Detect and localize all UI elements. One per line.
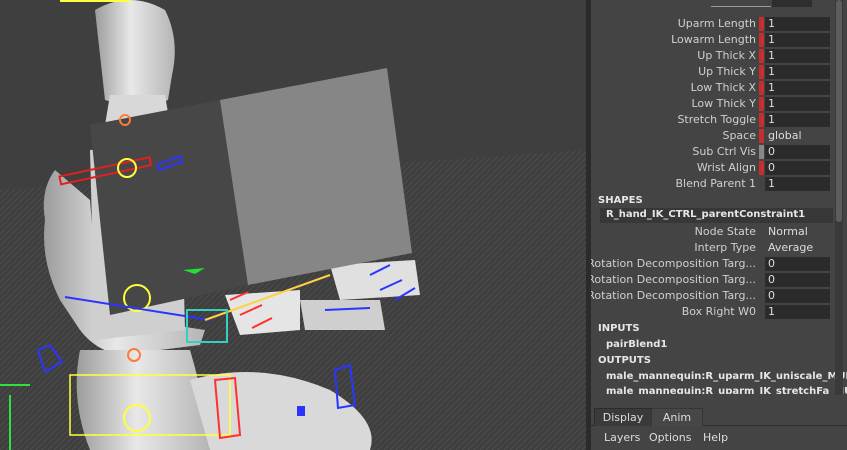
attr-label: Up Thick X	[697, 49, 756, 62]
attr-value-field[interactable]: 0	[765, 161, 830, 175]
attr-value-field[interactable]: 0	[765, 257, 830, 271]
input-node[interactable]: pairBlend1	[606, 339, 667, 350]
attr-label: Low Thick X	[690, 81, 756, 94]
keyed-marker	[759, 17, 764, 31]
blue-small-ctrl	[297, 406, 305, 416]
attr-value-field[interactable]: 1	[765, 17, 830, 31]
keyed-marker	[759, 97, 764, 111]
tab-anim[interactable]: Anim	[651, 408, 703, 426]
attr-label: Rotation Decomposition Targ...	[591, 257, 756, 270]
attr-row-rotation-decomp-2[interactable]: Rotation Decomposition Targ... 0	[591, 272, 847, 288]
attr-label: Low Thick Y	[691, 97, 756, 110]
attr-label: Box Right W0	[681, 305, 756, 318]
yellow-top-marker	[60, 0, 130, 2]
attr-label: Wrist Align	[696, 161, 756, 174]
attr-value-field[interactable]: Average	[765, 241, 830, 255]
attr-value-field[interactable]: 1	[765, 305, 830, 319]
attr-value-field[interactable]: Normal	[765, 225, 830, 239]
output-node[interactable]: male_mannequin:R_uparm_IK_uniscale_MULT	[606, 371, 847, 382]
menu-options[interactable]: Options	[649, 431, 691, 444]
outputs-header: OUTPUTS	[598, 355, 651, 366]
box-front-face	[90, 100, 248, 315]
attr-value-field[interactable]: 0	[765, 289, 830, 303]
tab-display[interactable]: Display	[594, 408, 652, 426]
attr-row-up-thick-x[interactable]: Up Thick X 1	[591, 48, 847, 64]
attr-row-node-state[interactable]: Node State Normal	[591, 224, 847, 240]
attr-label: Blend Parent 1	[675, 177, 756, 190]
constraint-node-bar[interactable]: R_hand_IK_CTRL_parentConstraint1	[600, 208, 833, 223]
attr-label: Space	[722, 129, 756, 142]
attr-value-field[interactable]: 0	[765, 145, 830, 159]
scrollbar-thumb[interactable]	[836, 0, 842, 222]
keyed-marker	[759, 161, 764, 175]
attr-value-field[interactable]: 1	[765, 113, 830, 127]
attr-label: Sub Ctrl Vis	[692, 145, 756, 158]
attr-label: Interp Type	[694, 241, 756, 254]
no-marker	[759, 177, 764, 191]
attr-value-field[interactable]: 1	[765, 33, 830, 47]
inputs-header: INPUTS	[598, 323, 640, 334]
attr-row-stretch-toggle[interactable]: Stretch Toggle 1	[591, 112, 847, 128]
attr-label: Rotation Decomposition Targ...	[591, 273, 756, 286]
attr-row-box-right-w0[interactable]: Box Right W0 1	[591, 304, 847, 320]
constraint-node-name: R_hand_IK_CTRL_parentConstraint1	[606, 209, 806, 220]
attr-row-rotation-decomp-1[interactable]: Rotation Decomposition Targ... 0	[591, 256, 847, 272]
attr-row-lowarm-length[interactable]: Lowarm Length 1	[591, 32, 847, 48]
attr-row-low-thick-x[interactable]: Low Thick X 1	[591, 80, 847, 96]
attr-row-sub-ctrl-vis[interactable]: Sub Ctrl Vis 0	[591, 144, 847, 160]
attr-value-field[interactable]: 1	[765, 49, 830, 63]
keyed-marker	[759, 65, 764, 79]
attr-row-blend-parent-1[interactable]: Blend Parent 1 1	[591, 176, 847, 192]
keyed-marker	[759, 49, 764, 63]
attr-label: Up Thick Y	[698, 65, 756, 78]
box-side-face	[220, 68, 412, 285]
channel-box: Uparm Length 1 Lowarm Length 1 Up Thick …	[591, 0, 847, 405]
keyed-marker	[759, 33, 764, 47]
keyed-marker	[759, 129, 764, 143]
output-node[interactable]: male_mannequin:R_uparm_IK_stretchFa_MULT	[606, 386, 847, 394]
attr-label: Node State	[694, 225, 756, 238]
3d-viewport[interactable]	[0, 0, 586, 450]
attr-row-interp-type[interactable]: Interp Type Average	[591, 240, 847, 256]
attr-value-field[interactable]: 1	[765, 65, 830, 79]
unkeyed-marker	[759, 145, 764, 159]
attr-row-low-thick-y[interactable]: Low Thick Y 1	[591, 96, 847, 112]
keyed-marker	[759, 81, 764, 95]
attr-value-field[interactable]: global	[765, 129, 830, 143]
attr-row-rotation-decomp-3[interactable]: Rotation Decomposition Targ... 0	[591, 288, 847, 304]
attr-label: Stretch Toggle	[677, 113, 756, 126]
attr-value-field[interactable]: 1	[765, 177, 830, 191]
attr-value-field[interactable]: 1	[765, 97, 830, 111]
channel-box-scrollbar[interactable]	[835, 0, 843, 395]
viewport-scene	[0, 0, 586, 450]
attr-label: Lowarm Length	[671, 33, 756, 46]
top-rule	[711, 6, 771, 7]
attr-row-up-thick-y[interactable]: Up Thick Y 1	[591, 64, 847, 80]
attr-label: Rotation Decomposition Targ...	[591, 289, 756, 302]
attr-value-field[interactable]: 1	[765, 81, 830, 95]
attr-label: Uparm Length	[677, 17, 756, 30]
menu-help[interactable]: Help	[703, 431, 728, 444]
attr-row-wrist-align[interactable]: Wrist Align 0	[591, 160, 847, 176]
top-field-stub	[772, 0, 812, 7]
attr-row-uparm-length[interactable]: Uparm Length 1	[591, 16, 847, 32]
menu-layers[interactable]: Layers	[604, 431, 640, 444]
attr-row-space[interactable]: Space global	[591, 128, 847, 144]
layer-editor: Display Anim Layers Options Help	[591, 405, 847, 450]
shapes-header: SHAPES	[598, 195, 643, 206]
attr-value-field[interactable]: 0	[765, 273, 830, 287]
keyed-marker	[759, 113, 764, 127]
